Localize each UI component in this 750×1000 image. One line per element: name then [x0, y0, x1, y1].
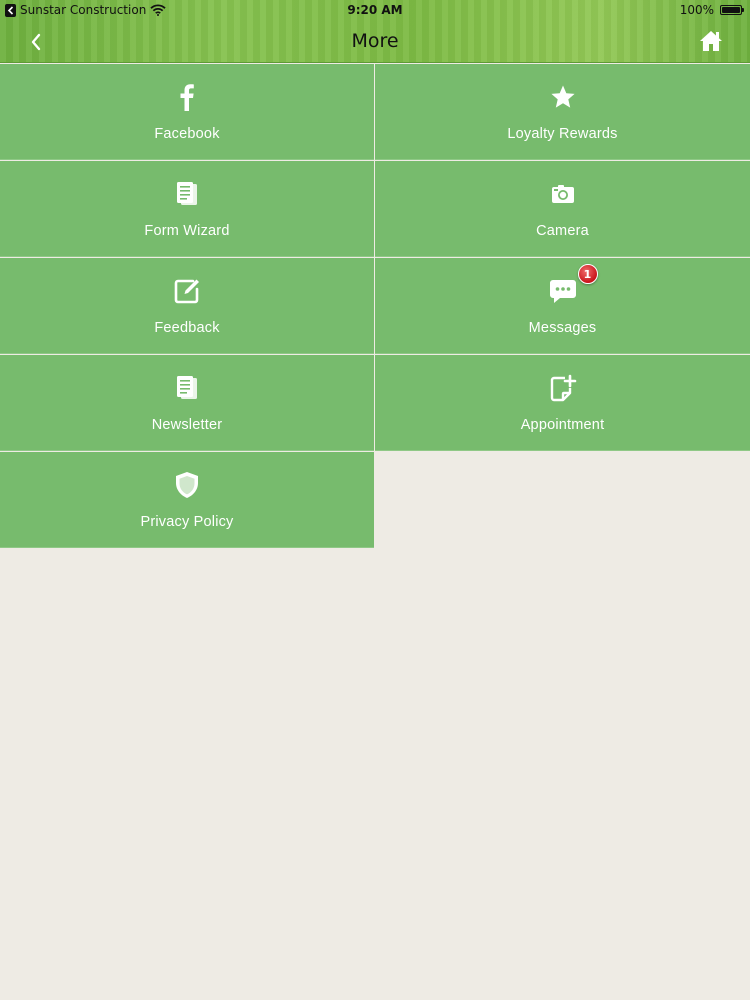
menu-item-appointment[interactable]: Appointment — [375, 355, 750, 451]
nav-bar: More — [0, 22, 750, 63]
facebook-icon — [172, 82, 202, 112]
menu-item-loyalty-rewards[interactable]: Loyalty Rewards — [375, 64, 750, 160]
background-area — [0, 551, 750, 1000]
menu-item-facebook[interactable]: Facebook — [0, 64, 374, 160]
star-icon — [548, 82, 578, 112]
menu-item-label: Loyalty Rewards — [507, 126, 618, 142]
status-time: 9:20 AM — [347, 3, 403, 17]
menu-item-label: Appointment — [520, 417, 605, 433]
document-icon — [172, 179, 202, 209]
home-icon — [700, 31, 722, 51]
page-title: More — [351, 30, 399, 52]
menu-item-messages[interactable]: 1 Messages — [375, 258, 750, 354]
menu-item-label: Feedback — [154, 320, 220, 336]
battery-percent: 100% — [679, 3, 714, 17]
menu-item-label: Form Wizard — [144, 223, 230, 239]
menu-item-newsletter[interactable]: Newsletter — [0, 355, 374, 451]
camera-icon — [548, 179, 578, 209]
menu-item-label: Newsletter — [151, 417, 223, 433]
edit-icon — [172, 276, 202, 306]
chat-bubble-icon: 1 — [548, 264, 598, 306]
home-button[interactable] — [698, 29, 724, 55]
shield-icon — [172, 470, 202, 500]
app-header: Sunstar Construction 9:20 AM 100% More — [0, 0, 750, 63]
newspaper-icon — [172, 373, 202, 403]
unread-badge: 1 — [577, 264, 598, 284]
status-right: 100% — [679, 3, 744, 17]
menu-grid: Facebook Loyalty Rewards Form Wizard Cam… — [0, 64, 750, 548]
menu-item-camera[interactable]: Camera — [375, 161, 750, 257]
menu-item-label: Privacy Policy — [140, 514, 234, 530]
menu-item-privacy-policy[interactable]: Privacy Policy — [0, 452, 374, 548]
status-bar: Sunstar Construction 9:20 AM 100% — [0, 0, 750, 22]
menu-item-label: Facebook — [154, 126, 220, 142]
battery-icon — [720, 5, 744, 15]
menu-item-label: Messages — [528, 320, 597, 336]
calendar-add-icon — [548, 373, 578, 403]
menu-item-feedback[interactable]: Feedback — [0, 258, 374, 354]
menu-item-label: Camera — [536, 223, 589, 239]
menu-item-form-wizard[interactable]: Form Wizard — [0, 161, 374, 257]
